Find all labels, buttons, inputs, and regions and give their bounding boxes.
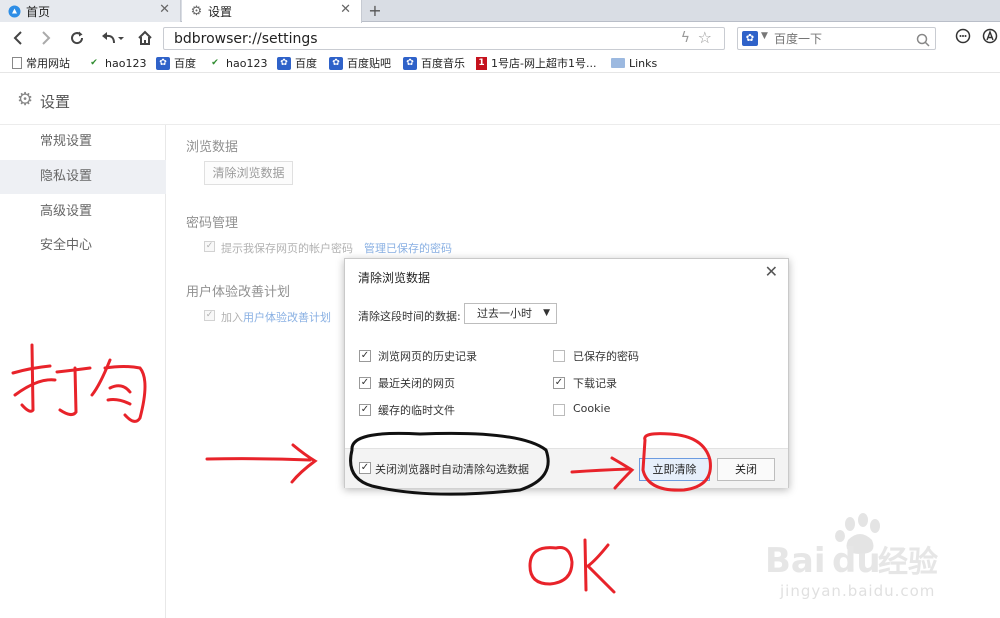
cache-label: 缓存的临时文件 bbox=[378, 404, 455, 417]
bookmark-item[interactable]: 常用网站 bbox=[12, 54, 70, 72]
baidu-paw-icon: ✿ bbox=[277, 56, 291, 70]
chevron-down-icon[interactable]: ▼ bbox=[761, 31, 768, 41]
time-range-label: 清除这段时间的数据: bbox=[358, 310, 461, 323]
bookmark-item[interactable]: ✿ 百度 bbox=[277, 54, 317, 72]
cookie-checkbox[interactable] bbox=[553, 404, 565, 416]
history-checkbox[interactable]: ✓ bbox=[359, 350, 371, 362]
svg-text:经验: 经验 bbox=[878, 545, 938, 580]
forward-icon[interactable] bbox=[36, 27, 56, 49]
bookmark-label: 百度音乐 bbox=[421, 57, 465, 70]
close-icon[interactable]: ✕ bbox=[765, 262, 778, 281]
baidu-paw-icon: ✿ bbox=[403, 56, 417, 70]
page-icon bbox=[12, 57, 22, 69]
undo-close-icon[interactable] bbox=[96, 27, 126, 49]
settings-sidebar: 常规设置 隐私设置 高级设置 安全中心 bbox=[0, 125, 166, 618]
tab-home[interactable]: 首页 ✕ bbox=[0, 0, 181, 22]
saved-passwords-checkbox[interactable] bbox=[553, 350, 565, 362]
new-tab-button[interactable]: + bbox=[364, 0, 386, 22]
time-range-select[interactable]: 过去一小时 ▼ bbox=[464, 303, 557, 324]
gear-icon: ⚙ bbox=[190, 4, 203, 19]
bookmarks-bar: 常用网站 ✔ hao123 ✿ 百度 ✔ hao123 ✿ 百度 ✿ 百度贴吧 … bbox=[0, 53, 1000, 73]
download-history-label: 下载记录 bbox=[573, 377, 617, 390]
address-url[interactable]: bdbrowser://settings bbox=[174, 31, 318, 47]
close-dialog-button[interactable]: 关闭 bbox=[717, 458, 775, 481]
closed-pages-checkbox[interactable]: ✓ bbox=[359, 377, 371, 389]
tab-label: 设置 bbox=[208, 5, 233, 19]
auto-clear-label: 关闭浏览器时自动清除勾选数据 bbox=[375, 463, 529, 476]
bookmark-label: 百度 bbox=[174, 57, 196, 70]
browser-logo-icon bbox=[8, 5, 21, 18]
sidebar-item-privacy[interactable]: 隐私设置 bbox=[0, 160, 166, 194]
bookmark-label: 百度 bbox=[295, 57, 317, 70]
sidebar-item-advanced[interactable]: 高级设置 bbox=[0, 195, 166, 229]
baidu-paw-icon: ✿ bbox=[156, 56, 170, 70]
hao123-icon: ✔ bbox=[211, 58, 219, 68]
search-icon[interactable] bbox=[916, 29, 930, 51]
bookmark-item[interactable]: ✔ hao123 bbox=[87, 54, 146, 72]
search-input[interactable] bbox=[774, 30, 914, 47]
clear-now-button[interactable]: 立即清除 bbox=[639, 458, 710, 481]
bookmark-item[interactable]: ✿ 百度 bbox=[156, 54, 196, 72]
bookmark-label: 1号店-网上超市1号... bbox=[491, 57, 597, 70]
page-title: 设置 bbox=[40, 93, 71, 111]
saved-passwords-label: 已保存的密码 bbox=[573, 350, 639, 363]
settings-header: ⚙ 设置 bbox=[0, 74, 1000, 125]
tab-settings[interactable]: ⚙ 设置 ✕ bbox=[182, 0, 362, 23]
bookmark-label: hao123 bbox=[105, 56, 147, 70]
bookmark-folder[interactable]: Links bbox=[611, 54, 657, 72]
chevron-down-icon: ▼ bbox=[543, 308, 550, 318]
reload-icon[interactable] bbox=[67, 27, 87, 49]
baidu-jingyan-watermark: Bai du 经验 jingyan.baidu.com bbox=[760, 510, 980, 610]
folder-icon bbox=[611, 58, 625, 68]
yhd-icon: 1 bbox=[476, 56, 487, 70]
bookmark-item[interactable]: ✿ 百度音乐 bbox=[403, 54, 465, 72]
bookmark-label: hao123 bbox=[226, 56, 268, 70]
address-bar[interactable]: bdbrowser://settings ϟ ☆ bbox=[163, 27, 725, 50]
chat-icon[interactable] bbox=[953, 28, 973, 48]
bookmark-label: 常用网站 bbox=[26, 57, 70, 70]
svg-text:du: du bbox=[832, 541, 881, 580]
search-box[interactable]: ✿ ▼ bbox=[737, 27, 936, 50]
tab-strip: 首页 ✕ ⚙ 设置 ✕ + bbox=[0, 0, 1000, 23]
closed-pages-label: 最近关闭的网页 bbox=[378, 377, 455, 390]
navigation-bar: bdbrowser://settings ϟ ☆ ✿ ▼ bbox=[0, 23, 1000, 53]
hao123-icon: ✔ bbox=[90, 58, 98, 68]
star-icon[interactable]: ☆ bbox=[698, 28, 712, 47]
sidebar-item-security[interactable]: 安全中心 bbox=[0, 229, 166, 263]
bookmark-item[interactable]: ✿ 百度贴吧 bbox=[329, 54, 391, 72]
account-icon[interactable] bbox=[980, 28, 1000, 48]
dialog-footer: ✓ 关闭浏览器时自动清除勾选数据 立即清除 关闭 bbox=[345, 448, 788, 488]
bookmark-label: 百度贴吧 bbox=[347, 57, 391, 70]
close-icon[interactable]: ✕ bbox=[159, 2, 170, 17]
close-icon[interactable]: ✕ bbox=[340, 2, 351, 17]
bookmark-label: Links bbox=[629, 56, 658, 70]
lightning-icon[interactable]: ϟ bbox=[681, 30, 690, 46]
svg-text:Bai: Bai bbox=[765, 541, 826, 580]
baidu-logo-icon: Bai du 经验 bbox=[765, 513, 938, 581]
clear-browsing-data-dialog: 清除浏览数据 ✕ 清除这段时间的数据: 过去一小时 ▼ ✓ 浏览网页的历史记录 … bbox=[344, 258, 789, 488]
auto-clear-checkbox[interactable]: ✓ bbox=[359, 462, 371, 474]
watermark-domain: jingyan.baidu.com bbox=[780, 582, 936, 600]
baidu-paw-icon: ✿ bbox=[329, 56, 343, 70]
gear-icon: ⚙ bbox=[17, 89, 34, 110]
cookie-label: Cookie bbox=[573, 402, 611, 415]
back-icon[interactable] bbox=[8, 27, 28, 49]
time-range-value: 过去一小时 bbox=[477, 307, 532, 320]
dialog-title: 清除浏览数据 bbox=[358, 271, 431, 285]
sidebar-item-general[interactable]: 常规设置 bbox=[0, 125, 166, 159]
tab-label: 首页 bbox=[26, 4, 51, 19]
download-history-checkbox[interactable]: ✓ bbox=[553, 377, 565, 389]
history-label: 浏览网页的历史记录 bbox=[378, 350, 477, 363]
bookmark-item[interactable]: 1 1号店-网上超市1号... bbox=[476, 54, 596, 72]
home-icon[interactable] bbox=[135, 27, 155, 49]
cache-checkbox[interactable]: ✓ bbox=[359, 404, 371, 416]
bookmark-item[interactable]: ✔ hao123 bbox=[208, 54, 267, 72]
baidu-paw-icon[interactable]: ✿ bbox=[742, 31, 758, 46]
